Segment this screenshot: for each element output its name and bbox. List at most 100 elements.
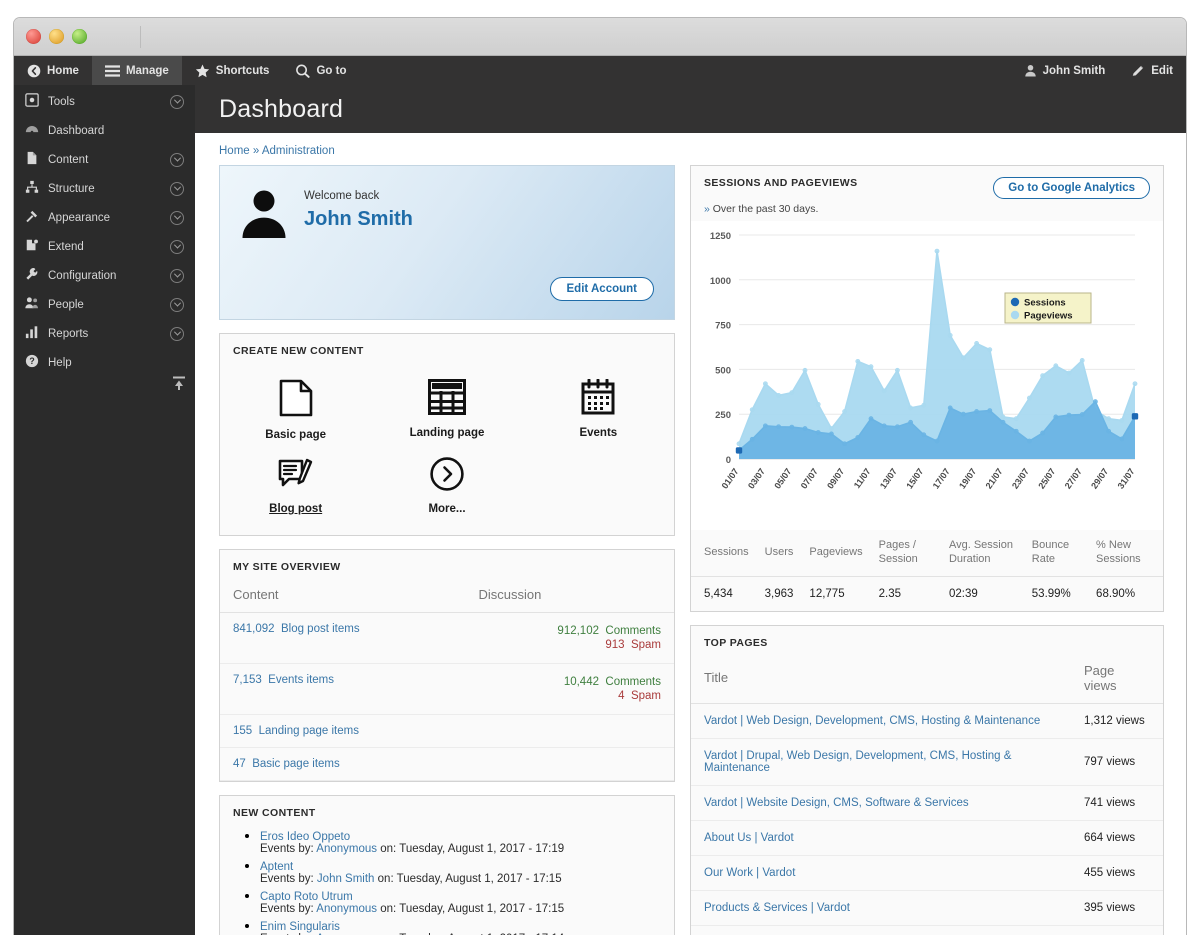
- user-icon: [1024, 64, 1037, 77]
- chevron-down-icon[interactable]: [170, 239, 184, 254]
- metric-value-pages-session: 2.35: [878, 587, 902, 600]
- svg-text:07/07: 07/07: [799, 466, 820, 490]
- create-more[interactable]: More...: [371, 445, 522, 519]
- svg-text:23/07: 23/07: [1010, 466, 1031, 490]
- minimize-window-button[interactable]: [49, 29, 64, 44]
- toolbar-item-home[interactable]: Home: [14, 56, 92, 85]
- chevron-down-icon[interactable]: [170, 326, 184, 341]
- table-row: Our Work | Vardot 455 views: [691, 855, 1163, 891]
- breadcrumb: Home » Administration: [219, 145, 1164, 157]
- content-link[interactable]: Basic page items: [252, 758, 340, 770]
- comments-link[interactable]: Comments: [605, 625, 661, 637]
- sidebar-item-help[interactable]: ? Help: [14, 348, 195, 377]
- content-link[interactable]: Events items: [268, 674, 334, 686]
- chevron-down-icon[interactable]: [170, 210, 184, 225]
- page-title-link[interactable]: Vardot | Drupal, Web Design, Development…: [704, 750, 1011, 774]
- new-content-title-link[interactable]: Aptent: [260, 861, 674, 873]
- comments-link[interactable]: Comments: [605, 676, 661, 688]
- content-link[interactable]: Landing page items: [259, 725, 359, 737]
- sidebar-item-structure[interactable]: Structure: [14, 174, 195, 203]
- meta-author[interactable]: John Smith: [317, 873, 375, 885]
- page-title-link[interactable]: About Us | Vardot: [704, 832, 794, 844]
- sidebar-item-tools[interactable]: Tools: [14, 87, 195, 116]
- svg-text:03/07: 03/07: [746, 466, 767, 490]
- meta-author[interactable]: Anonymous: [316, 843, 377, 855]
- spam-link[interactable]: Spam: [631, 639, 661, 651]
- sidebar-item-content[interactable]: Content: [14, 145, 195, 174]
- sidebar-item-people[interactable]: People: [14, 290, 195, 319]
- page-title-link[interactable]: Vardot | Web Design, Development, CMS, H…: [704, 715, 1040, 727]
- chevron-down-icon[interactable]: [170, 152, 184, 167]
- sidebar-label-structure: Structure: [48, 182, 95, 195]
- content-cell: 155 Landing page items: [220, 714, 466, 748]
- chevron-down-icon[interactable]: [170, 94, 184, 109]
- page-title-cell: Vardot | Drupal, Web Design, Development…: [691, 738, 1071, 786]
- page-title-cell: Our Work | Vardot: [691, 855, 1071, 891]
- meta-author[interactable]: Anonymous: [316, 903, 377, 915]
- admin-sidebar: Tools Dashboard Content Structure Appear…: [14, 85, 195, 935]
- go-to-google-analytics-button[interactable]: Go to Google Analytics: [993, 177, 1150, 199]
- toolbar-item-goto[interactable]: Go to: [282, 56, 359, 85]
- page-title-link[interactable]: Vardot | Website Design, CMS, Software &…: [704, 797, 969, 809]
- comments-count: 912,102: [557, 625, 599, 637]
- chevron-down-icon[interactable]: [170, 268, 184, 283]
- analytics-title: SESSIONS AND PAGEVIEWS: [704, 177, 858, 189]
- meta-date: Tuesday, August 1, 2017 - 17:15: [396, 873, 562, 885]
- metric-header-sessions: Sessions: [691, 530, 757, 577]
- sidebar-item-appearance[interactable]: Appearance: [14, 203, 195, 232]
- spam-count: 4: [618, 690, 625, 702]
- toolbar-item-manage[interactable]: Manage: [91, 56, 182, 85]
- new-content-title-link[interactable]: Enim Singularis: [260, 921, 674, 933]
- chevron-down-icon[interactable]: [170, 181, 184, 196]
- svg-text:0: 0: [726, 455, 731, 466]
- new-content-title-link[interactable]: Capto Roto Utrum: [260, 891, 674, 903]
- toolbar-item-shortcuts[interactable]: Shortcuts: [182, 56, 283, 85]
- sidebar-item-extend[interactable]: Extend: [14, 232, 195, 261]
- svg-text:1000: 1000: [710, 276, 731, 287]
- discussion-cell: [465, 714, 674, 748]
- collapse-sidebar-icon[interactable]: [171, 375, 187, 394]
- create-landing-page[interactable]: Landing page: [371, 367, 522, 445]
- home-circle-icon: [27, 64, 41, 78]
- metric-value-sessions: 5,434: [704, 587, 733, 600]
- col-title: Title: [691, 654, 1071, 704]
- svg-text:13/07: 13/07: [878, 466, 899, 490]
- edit-account-button[interactable]: Edit Account: [549, 277, 654, 301]
- spam-line: 913 Spam: [479, 639, 661, 651]
- svg-text:09/07: 09/07: [825, 466, 846, 490]
- toolbar-right-group: John Smith Edit: [1011, 56, 1186, 85]
- chevron-down-icon[interactable]: [170, 297, 184, 312]
- create-basic-page[interactable]: Basic page: [220, 367, 371, 445]
- discussion-cell: [465, 747, 674, 781]
- list-item: Enim Singularis Events by: Anonymous on:…: [260, 917, 674, 935]
- page-title-link[interactable]: Products & Services | Vardot: [704, 902, 850, 914]
- page-views-cell: 741 views: [1071, 785, 1163, 821]
- page-title: Dashboard: [219, 94, 344, 123]
- star-icon: [195, 64, 210, 78]
- table-row: 7,153 Events items 10,442 Comments 4 Spa…: [220, 663, 674, 715]
- sidebar-item-dashboard[interactable]: Dashboard: [14, 116, 195, 145]
- analytics-header: SESSIONS AND PAGEVIEWS Go to Google Anal…: [691, 166, 1163, 203]
- new-content-title-link[interactable]: Eros Ideo Oppeto: [260, 831, 674, 843]
- dashboard-columns: Welcome back John Smith Edit Account CRE…: [219, 165, 1164, 935]
- table-row: Community | Vardot 353 views: [691, 925, 1163, 935]
- toolbar-item-user[interactable]: John Smith: [1011, 56, 1119, 85]
- top-pages-title: TOP PAGES: [704, 636, 768, 649]
- browser-window: Home Manage Shortcuts Go to John Smith E…: [14, 18, 1186, 935]
- table-row: 47 Basic page items: [220, 747, 674, 781]
- spam-link[interactable]: Spam: [631, 690, 661, 702]
- create-blog-post[interactable]: Blog post: [220, 445, 371, 519]
- sidebar-item-reports[interactable]: Reports: [14, 319, 195, 348]
- create-events[interactable]: Events: [523, 367, 674, 445]
- breadcrumb-home[interactable]: Home: [219, 145, 250, 157]
- col-page-views: Page views: [1071, 654, 1163, 704]
- close-window-button[interactable]: [26, 29, 41, 44]
- meta-type: Events: [260, 903, 296, 915]
- page-title-link[interactable]: Our Work | Vardot: [704, 867, 795, 879]
- metric-header-new-sessions: % New Sessions: [1088, 530, 1163, 577]
- maximize-window-button[interactable]: [72, 29, 87, 44]
- toolbar-item-edit[interactable]: Edit: [1118, 56, 1186, 85]
- content-link[interactable]: Blog post items: [281, 623, 360, 635]
- table-row: About Us | Vardot 664 views: [691, 820, 1163, 856]
- sidebar-item-configuration[interactable]: Configuration: [14, 261, 195, 290]
